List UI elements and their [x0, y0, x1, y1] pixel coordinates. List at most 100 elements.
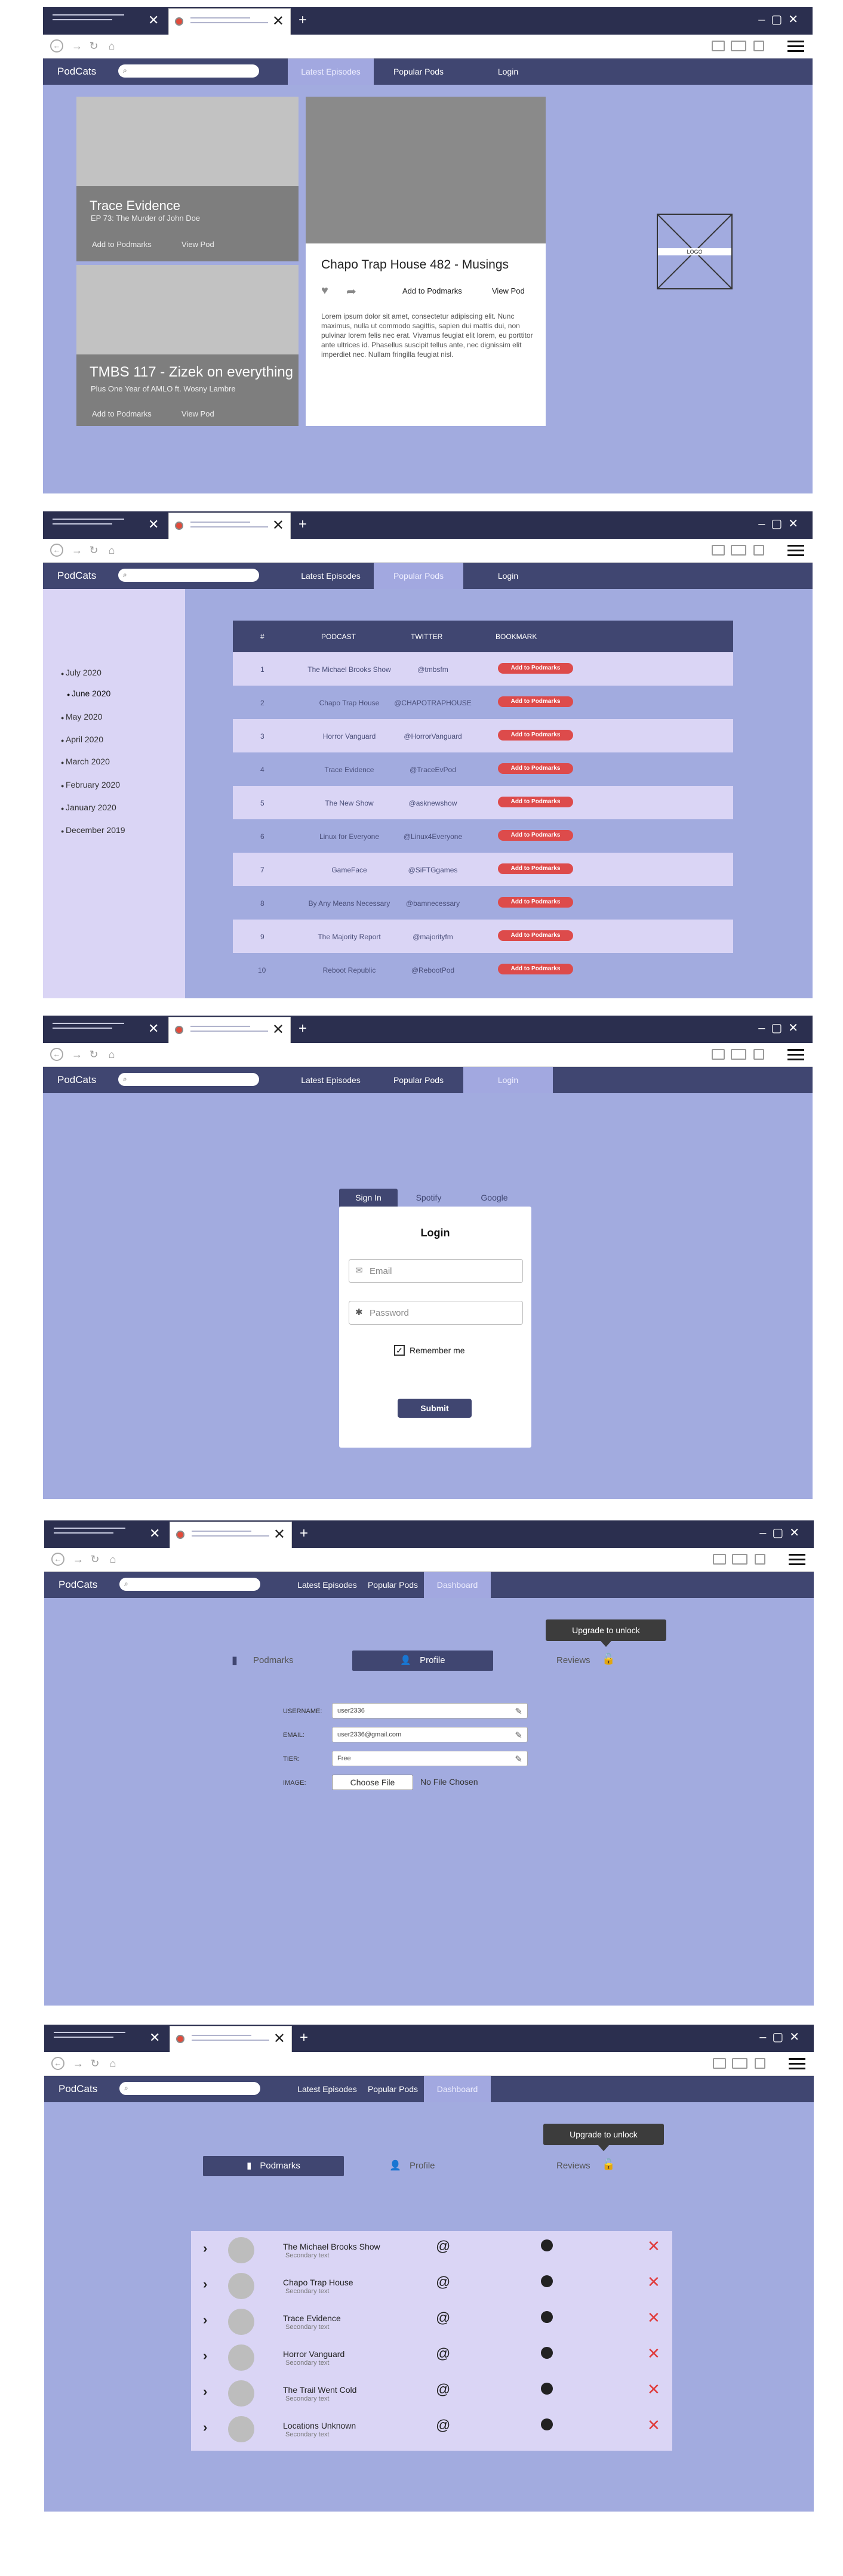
share-icon[interactable]: ➦	[346, 284, 356, 299]
nav-popular-pods[interactable]: Popular Pods	[364, 2076, 422, 2102]
reload-icon[interactable]: ↻	[87, 1048, 100, 1061]
add-to-podmarks-button[interactable]: Add to Podmarks	[498, 730, 573, 741]
close-icon[interactable]: ✕	[148, 1022, 159, 1036]
remove-icon[interactable]: ✕	[647, 2380, 660, 2399]
at-icon[interactable]: @	[436, 2274, 450, 2291]
back-icon[interactable]: ←	[50, 544, 63, 557]
globe-icon[interactable]	[541, 2311, 553, 2323]
close-icon[interactable]: ✕	[272, 13, 284, 30]
menu-icon[interactable]	[787, 1049, 804, 1063]
chevron-right-icon[interactable]: ›	[203, 2420, 207, 2435]
globe-icon[interactable]	[541, 2347, 553, 2359]
home-icon[interactable]: ⌂	[105, 544, 118, 557]
tabs-icon[interactable]	[753, 41, 764, 51]
view-pod-button[interactable]: View Pod	[181, 409, 214, 418]
window-controls[interactable]: –▢✕	[758, 12, 804, 27]
search-input[interactable]: ⌕	[118, 64, 259, 78]
tab-podmarks[interactable]: Podmarks	[253, 1651, 294, 1671]
menu-icon[interactable]	[789, 2058, 805, 2072]
twitter-cell[interactable]: @majorityfm	[394, 933, 472, 941]
twitter-cell[interactable]: @CHAPOTRAPHOUSE	[394, 699, 472, 707]
back-icon[interactable]: ←	[51, 1553, 64, 1566]
email-field[interactable]: user2336@gmail.com ✎	[332, 1727, 528, 1742]
home-icon[interactable]: ⌂	[105, 39, 118, 53]
remove-icon[interactable]: ✕	[647, 2237, 660, 2256]
forward-icon[interactable]: →	[70, 1048, 84, 1061]
nav-popular-pods[interactable]: Popular Pods	[364, 1572, 422, 1598]
nav-latest-episodes[interactable]: Latest Episodes	[288, 1067, 374, 1093]
brand-logo[interactable]: PodCats	[59, 1579, 97, 1591]
reader-icon[interactable]	[712, 1049, 725, 1060]
view-pod-button[interactable]: View Pod	[181, 240, 214, 249]
nav-popular-pods[interactable]: Popular Pods	[374, 1067, 463, 1093]
nav-popular-pods[interactable]: Popular Pods	[374, 563, 463, 589]
active-tab[interactable]: ✕	[170, 2026, 292, 2052]
at-icon[interactable]: @	[436, 2346, 450, 2362]
add-to-podmarks-button[interactable]: Add to Podmarks	[498, 763, 573, 774]
menu-icon[interactable]	[787, 545, 804, 559]
new-tab-icon[interactable]: +	[300, 1525, 308, 1542]
twitter-cell[interactable]: @asknewshow	[394, 799, 472, 807]
forward-icon[interactable]: →	[70, 544, 84, 557]
nav-dashboard[interactable]: Dashboard	[424, 2076, 491, 2102]
close-icon[interactable]: ✕	[273, 1526, 285, 1543]
edit-icon[interactable]: ✎	[515, 1729, 522, 1743]
twitter-cell[interactable]: @Linux4Everyone	[394, 832, 472, 841]
nav-latest-episodes[interactable]: Latest Episodes	[288, 563, 374, 589]
add-to-podmarks-button[interactable]: Add to Podmarks	[498, 663, 573, 674]
back-icon[interactable]: ←	[51, 2057, 64, 2070]
tab-reviews[interactable]: Reviews	[556, 1651, 590, 1671]
home-icon[interactable]: ⌂	[106, 1553, 119, 1566]
home-icon[interactable]: ⌂	[105, 1048, 118, 1061]
search-input[interactable]: ⌕	[118, 1073, 259, 1086]
active-tab[interactable]: ✕	[168, 8, 291, 35]
submit-button[interactable]: Submit	[398, 1399, 472, 1418]
brand-logo[interactable]: PodCats	[57, 66, 96, 78]
window-controls[interactable]: –▢✕	[759, 2029, 805, 2044]
heart-icon[interactable]: ♥	[321, 284, 328, 298]
list-item[interactable]: › Chapo Trap House Secondary text @ ✕	[191, 2267, 672, 2303]
close-icon[interactable]: ✕	[149, 2031, 160, 2045]
window-controls[interactable]: –▢✕	[759, 1525, 805, 1540]
sidebar-item-month[interactable]: ● December 2019	[61, 825, 125, 835]
list-item[interactable]: › The Michael Brooks Show Secondary text @ ✕	[191, 2231, 672, 2267]
edit-icon[interactable]: ✎	[515, 1705, 522, 1719]
nav-latest-episodes[interactable]: Latest Episodes	[288, 58, 374, 85]
sidebar-item-month[interactable]: ● April 2020	[61, 735, 103, 744]
forward-icon[interactable]: →	[72, 1553, 85, 1566]
episode-card[interactable]: TMBS 117 - Zizek on everything Plus One Y…	[76, 265, 299, 426]
nav-login[interactable]: Login	[463, 563, 553, 589]
search-input[interactable]: ⌕	[119, 2082, 260, 2095]
twitter-cell[interactable]: @HorrorVanguard	[394, 732, 472, 741]
add-to-podmarks-button[interactable]: Add to Podmarks	[498, 964, 573, 974]
home-icon[interactable]: ⌂	[106, 2057, 119, 2070]
chevron-right-icon[interactable]: ›	[203, 2276, 207, 2292]
sidebar-item-month[interactable]: ● June 2020	[67, 689, 110, 698]
reload-icon[interactable]: ↻	[87, 544, 100, 557]
library-icon[interactable]	[732, 1554, 747, 1565]
tab-google[interactable]: Google	[462, 1189, 527, 1207]
reader-icon[interactable]	[713, 2058, 726, 2069]
email-field[interactable]: ✉ Email	[349, 1259, 523, 1283]
tab-sign-in[interactable]: Sign In	[339, 1189, 398, 1207]
list-item[interactable]: › Trace Evidence Secondary text @ ✕	[191, 2303, 672, 2339]
menu-icon[interactable]	[787, 41, 804, 55]
add-to-podmarks-button[interactable]: Add to Podmarks	[402, 286, 462, 295]
brand-logo[interactable]: PodCats	[57, 570, 96, 582]
nav-popular-pods[interactable]: Popular Pods	[374, 58, 463, 85]
add-to-podmarks-button[interactable]: Add to Podmarks	[498, 930, 573, 941]
reader-icon[interactable]	[712, 545, 725, 556]
at-icon[interactable]: @	[436, 2310, 450, 2327]
reader-icon[interactable]	[712, 41, 725, 51]
tabs-icon[interactable]	[753, 545, 764, 556]
window-controls[interactable]: –▢✕	[758, 516, 804, 531]
chevron-right-icon[interactable]: ›	[203, 2241, 207, 2256]
brand-logo[interactable]: PodCats	[59, 2083, 97, 2095]
remove-icon[interactable]: ✕	[647, 2344, 660, 2363]
episode-card[interactable]: Trace Evidence EP 73: The Murder of John …	[76, 97, 299, 261]
new-tab-icon[interactable]: +	[300, 2029, 308, 2046]
inactive-tab[interactable]	[54, 2032, 125, 2041]
back-icon[interactable]: ←	[50, 39, 63, 53]
tab-profile[interactable]: Profile	[410, 2156, 435, 2176]
tab-podmarks[interactable]: ▮ Podmarks	[203, 2156, 344, 2176]
